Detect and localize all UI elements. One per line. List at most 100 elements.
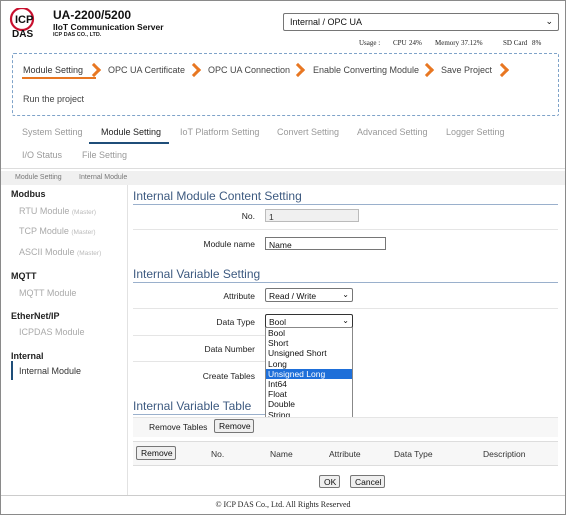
remove-tables-label: Remove Tables [149,422,208,432]
wizard-step-opcua-certificate[interactable]: OPC UA Certificate [108,65,185,75]
ok-button[interactable]: OK [319,475,340,488]
option-short[interactable]: Short [266,338,352,348]
tabs-divider [1,168,565,169]
sidebar-item-ascii-module[interactable]: ASCII Module (Master) [19,247,101,257]
tab-system-setting[interactable]: System Setting [22,127,83,137]
wizard-step-run-project[interactable]: Run the project [23,94,84,104]
app-window: ICP DAS UA-2200/5200 IIoT Communication … [0,0,566,515]
sidebar-group-modbus: Modbus [11,189,46,199]
chevron-right-icon [89,64,97,76]
no-label: No. [241,211,255,221]
section-title-variable-setting: Internal Variable Setting [133,267,261,281]
option-long[interactable]: Long [266,359,352,369]
chevron-down-icon: ⌄ [342,290,349,299]
sd-card-label: SD Card [503,39,528,47]
wizard-step-opcua-connection[interactable]: OPC UA Connection [208,65,290,75]
data-number-label: Data Number [204,344,255,354]
column-header-no: No. [211,449,225,459]
cpu-label: CPU [393,39,407,47]
table-remove-button[interactable]: Remove [136,446,176,460]
tab-logger-setting[interactable]: Logger Setting [446,127,505,137]
sidebar-item-icpdas-module[interactable]: ICPDAS Module [19,327,85,337]
sidebar-item-label: ASCII Module [19,247,75,257]
active-tab-underline [89,142,169,144]
sidebar-item-note: (Master) [71,209,97,216]
option-unsigned-short[interactable]: Unsigned Short [266,348,352,358]
column-header-data-type: Data Type [394,449,433,459]
section-title-variable-table: Internal Variable Table [133,399,252,413]
sidebar-item-note: (Master) [71,229,96,236]
tab-module-setting[interactable]: Module Setting [101,127,161,137]
data-type-select[interactable]: Bool ⌄ [265,314,353,328]
chevron-right-icon [293,64,301,76]
breadcrumb-item-module-setting[interactable]: Module Setting [15,174,62,181]
option-bool[interactable]: Bool [266,328,352,338]
attribute-select-value: Read / Write [269,291,317,301]
cpu-value: 24% [409,39,422,47]
section-title-module-content: Internal Module Content Setting [133,189,302,203]
product-subtitle: IIoT Communication Server [53,22,164,32]
chevron-down-icon: ⌄ [545,16,553,26]
tab-io-status[interactable]: I/O Status [22,150,62,160]
option-int64[interactable]: Int64 [266,379,352,389]
tab-file-setting[interactable]: File Setting [82,150,127,160]
cancel-button[interactable]: Cancel [350,475,385,488]
sidebar-item-label: TCP Module [19,226,69,236]
wizard-step-module-setting[interactable]: Module Setting [23,65,83,75]
section-divider [133,414,265,415]
usage-label: Usage : [359,39,381,47]
data-type-dropdown[interactable]: Bool Short Unsigned Short Long Unsigned … [265,327,353,420]
sidebar-item-label: RTU Module [19,206,70,216]
mode-select[interactable]: Internal / OPC UA ⌄ [283,13,559,31]
product-title: UA-2200/5200 [53,8,132,22]
module-name-input[interactable]: Name [265,237,386,250]
no-field: 1 [265,209,359,222]
wizard-step-save-project[interactable]: Save Project [441,65,492,75]
tab-convert-setting[interactable]: Convert Setting [277,127,339,137]
breadcrumb: Module Setting Internal Module [1,171,565,185]
svg-text:ICP: ICP [15,14,33,26]
sidebar-active-indicator [11,361,13,380]
tab-iot-platform-setting[interactable]: IoT Platform Setting [180,127,259,137]
wizard-step-enable-converting[interactable]: Enable Converting Module [313,65,419,75]
header: ICP DAS UA-2200/5200 IIoT Communication … [1,1,565,51]
sidebar-item-mqtt-module[interactable]: MQTT Module [19,288,76,298]
sidebar-divider [127,185,128,495]
company-name: ICP DAS CO., LTD. [53,32,102,38]
row-divider [133,308,558,309]
column-header-name: Name [270,449,293,459]
sidebar-group-internal: Internal [11,351,44,361]
svg-text:DAS: DAS [12,29,33,40]
option-unsigned-long[interactable]: Unsigned Long [266,368,352,379]
attribute-label: Attribute [223,291,255,301]
chevron-right-icon [189,64,197,76]
row-divider [133,335,265,336]
sidebar-item-rtu-module[interactable]: RTU Module (Master) [19,206,96,216]
icp-das-logo: ICP DAS [9,8,35,40]
option-float[interactable]: Float [266,389,352,399]
sd-card-value: 8% [532,39,542,47]
attribute-select[interactable]: Read / Write ⌄ [265,288,353,302]
column-header-description: Description [483,449,526,459]
breadcrumb-item-internal-module: Internal Module [79,174,128,181]
footer-divider [1,495,565,496]
sidebar-group-ethernetip: EtherNet/IP [11,311,60,321]
memory-value: 37.12% [461,39,483,47]
row-divider [133,361,265,362]
tab-advanced-setting[interactable]: Advanced Setting [357,127,428,137]
sidebar-item-note: (Master) [77,250,102,257]
sidebar-group-mqtt: MQTT [11,271,37,281]
chevron-right-icon [497,64,505,76]
sidebar-item-tcp-module[interactable]: TCP Module (Master) [19,226,96,236]
data-type-label: Data Type [216,317,255,327]
sidebar-item-internal-module[interactable]: Internal Module [19,366,81,376]
mode-select-value: Internal / OPC UA [290,17,363,27]
section-divider [133,282,558,283]
section-divider [133,204,558,205]
create-tables-label: Create Tables [202,371,255,381]
option-double[interactable]: Double [266,399,352,409]
remove-tables-button[interactable]: Remove [214,419,254,433]
footer-copyright: © ICP DAS Co., Ltd. All Rights Reserved [215,500,351,509]
chevron-right-icon [422,64,430,76]
module-name-label: Module name [203,239,255,249]
